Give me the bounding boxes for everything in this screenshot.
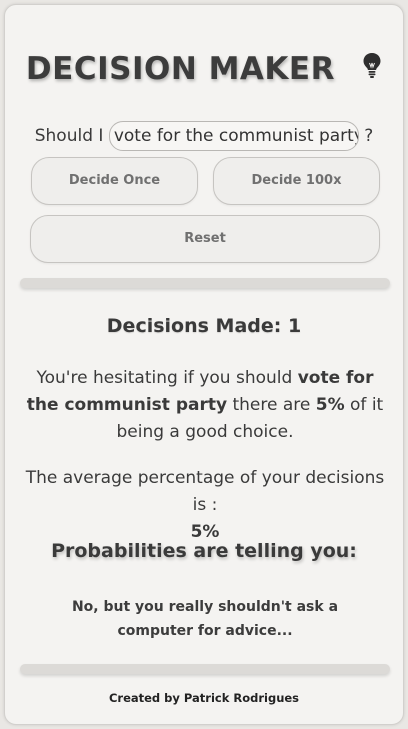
decide-100x-button[interactable]: Decide 100x [213,157,380,205]
app-card: DECISION MAKER Should I vote for the com… [4,4,404,725]
sentence-middle: there are [232,395,311,415]
page-title: DECISION MAKER [25,51,335,87]
decisions-label: Decisions Made: [106,315,282,337]
decisions-count: 1 [287,315,302,337]
sentence-percent: 5% [315,395,345,415]
sentence-prefix: You're hesitating if you should [36,368,293,388]
question-row: Should I vote for the communist party ? [5,121,403,151]
probabilities-title: Probabilities are telling you: [51,540,357,562]
hesitation-sentence: You're hesitating if you should vote for… [19,365,391,446]
decisions-made: Decisions Made: 1 [5,315,403,337]
decide-once-button[interactable]: Decide Once [31,157,198,205]
divider-top [20,278,390,288]
footer-credit: Created by Patrick Rodrigues [108,691,300,705]
divider-bottom [20,664,390,674]
average-label: The average percentage of your decisions… [25,468,385,515]
question-suffix: ? [364,126,374,146]
header: DECISION MAKER [5,51,403,87]
average-value: 5% [190,522,220,542]
lightbulb-icon [362,51,382,79]
advice-text: No, but you really shouldn't ask a compu… [71,599,339,639]
average-sentence: The average percentage of your decisions… [19,465,391,546]
question-prefix: Should I [34,126,104,146]
reset-button[interactable]: Reset [30,215,380,263]
question-input[interactable]: vote for the communist party [108,121,359,151]
